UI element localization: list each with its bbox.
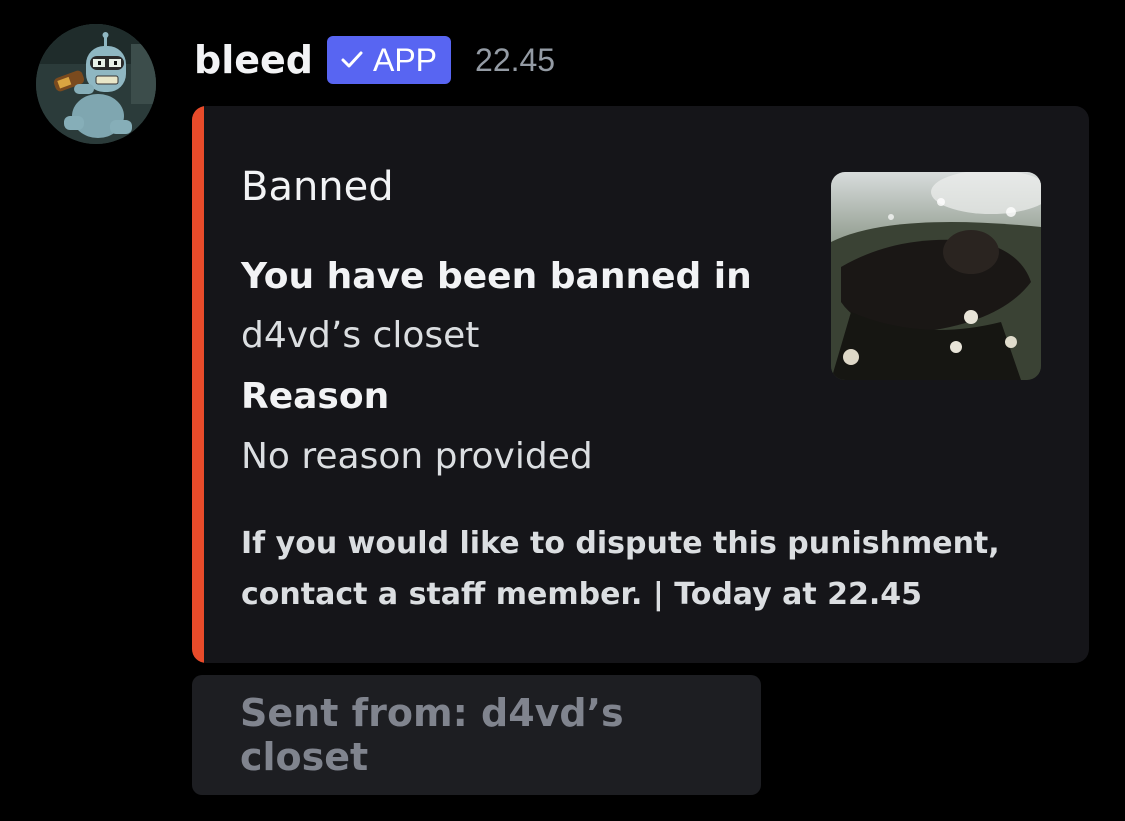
check-icon — [341, 51, 363, 68]
embed-footer: If you would like to dispute this punish… — [241, 518, 1021, 620]
field-name-reason: Reason — [241, 376, 390, 417]
footer-line-1: If you would like to dispute this punish… — [241, 526, 1000, 561]
field-value-reason: No reason provided — [241, 436, 593, 477]
ban-embed: Banned You have been banned in d4vd’s cl… — [192, 106, 1089, 663]
app-badge: APP — [326, 36, 452, 84]
sent-from-box: Sent from: d4vd’s closet — [192, 675, 761, 795]
author-username[interactable]: bleed — [194, 38, 313, 82]
robot-avatar-icon — [36, 24, 156, 144]
field-name-banned-in: You have been banned in — [241, 256, 752, 297]
embed-accent-bar — [192, 106, 204, 663]
chat-message: bleed APP 22.45 Banned You have been ban… — [0, 0, 1125, 821]
server-thumbnail-image — [831, 172, 1041, 380]
message-timestamp[interactable]: 22.45 — [475, 42, 555, 79]
embed-title: Banned — [241, 164, 394, 210]
field-value-server: d4vd’s closet — [241, 315, 480, 356]
message-header: bleed APP 22.45 — [194, 34, 555, 86]
app-badge-label: APP — [372, 41, 438, 78]
author-avatar[interactable] — [36, 24, 156, 144]
sent-from-label: Sent from: d4vd’s closet — [240, 691, 624, 779]
embed-thumbnail[interactable] — [831, 172, 1041, 380]
footer-line-2: contact a staff member. | Today at 22.45 — [241, 577, 923, 612]
